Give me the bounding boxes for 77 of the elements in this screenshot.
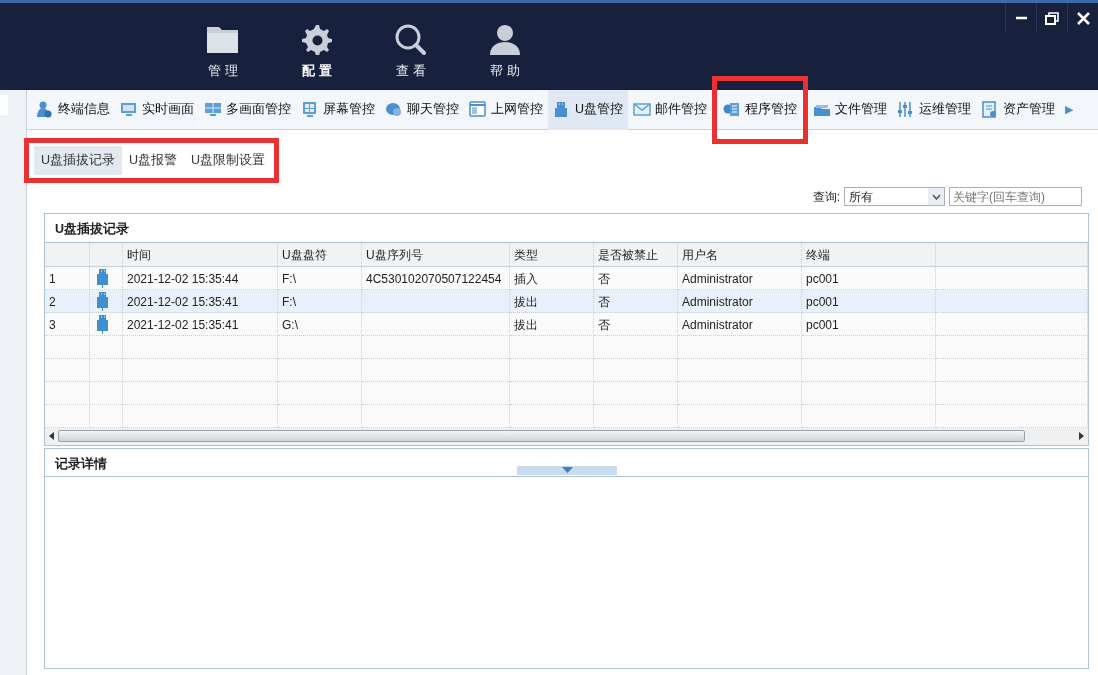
toolbar-item[interactable]: 邮件管控 [628,89,713,130]
user-icon [36,101,54,118]
caret-icon [931,193,941,200]
column-header: 用户名 [678,242,802,266]
user-icon [488,23,522,55]
table-cell: 拔出 [510,312,594,336]
toolbar-item[interactable]: 终端信息 [31,89,115,130]
restore-icon [1045,11,1059,25]
panel-title: 记录详情 [54,455,108,473]
table-cell: G:\ [278,312,362,336]
toolbar-item[interactable]: 程序管控 [718,89,803,130]
query-label: 查询: [812,188,840,206]
column-header: 时间 [123,242,278,266]
envelope-icon [633,101,652,118]
toolbar-item[interactable]: U盘管控 [548,89,629,130]
table-cell: F:\ [278,289,362,313]
column-header: 是否被禁止 [594,242,678,266]
caret-icon [561,467,573,474]
column-header: 终端 [802,242,936,266]
monitor-icon [120,101,138,118]
filter-dropdown[interactable]: 所有 [844,187,945,207]
toolbar-item[interactable]: 资产管理 [976,89,1061,130]
table-cell: pc001 [802,312,936,336]
usb-icon [96,267,109,288]
nav-item[interactable]: 配 置 [270,3,364,90]
monitor-grid-icon [204,101,222,118]
column-header: U盘序列号 [362,242,510,266]
settings-icon [300,23,334,55]
column-header: U盘盘符 [278,242,362,266]
table-cell: pc001 [802,289,936,313]
usb-icon [96,290,109,311]
nav-item[interactable]: 查 看 [364,3,458,90]
table-cell: 2021-12-02 15:35:41 [123,289,278,313]
table-cell: 插入 [510,266,594,290]
table-cell: 否 [594,266,678,290]
close-icon [1076,11,1090,25]
scroll-left-icon [49,432,54,441]
toolbar-item[interactable]: 实时画面 [115,89,199,130]
row-number: 2 [45,289,90,313]
table-cell: 拔出 [510,289,594,313]
table-cell: F:\ [278,266,362,290]
table-cell: pc001 [802,266,936,290]
table-cell: Administrator [678,289,802,313]
table-cell: 2021-12-02 15:35:41 [123,312,278,336]
row-number: 3 [45,312,90,336]
toolbar-item[interactable]: 屏幕管控 [296,89,380,130]
search-field[interactable]: 关键字(回车查询) [949,187,1082,207]
row-number: 1 [45,266,90,290]
tab[interactable]: U盘插拔记录 [34,146,123,175]
browser-window-icon [469,101,487,118]
toolbar-item[interactable]: 文件管理 [808,89,893,130]
table-cell: Administrator [678,266,802,290]
tab[interactable]: U盘限制设置 [184,146,273,175]
tab[interactable]: U盘报警 [122,146,185,175]
table-cell: Administrator [678,312,802,336]
nav-item[interactable]: 帮 助 [458,3,552,90]
nav-item[interactable]: 管 理 [176,3,270,90]
table-cell: 2021-12-02 15:35:44 [123,266,278,290]
toolbar-item[interactable]: 运维管理 [892,89,977,130]
scroll-right-icon [1079,432,1084,441]
usb-icon [96,313,109,334]
column-header: 类型 [510,242,594,266]
toolbar-item[interactable]: 多画面管控 [199,89,296,130]
toolbar-item[interactable]: 聊天管控 [380,89,464,130]
table-row[interactable]: 1 2021-12-02 15:35:44 F:\ 4C530102070507122454 插入 否 Administrator pc001 [45,266,1088,290]
panel-title: U盘插拔记录 [54,220,131,238]
search-icon [394,23,428,55]
chat-icon [385,101,403,118]
gear-document-icon [723,101,742,118]
table-cell: 否 [594,312,678,336]
screen-icon [301,101,319,118]
table-row[interactable]: 3 2021-12-02 15:35:41 G:\ 拔出 否 Administrator pc001 [45,312,1088,336]
table-cell: 否 [594,289,678,313]
table-row[interactable]: 2 2021-12-02 15:35:41 F:\ 拔出 否 Administrator pc001 [45,289,1088,313]
toolbar-item[interactable]: 上网管控 [464,89,548,130]
collapse-button[interactable] [517,465,617,475]
table-cell: 4C530102070507122454 [362,266,510,290]
